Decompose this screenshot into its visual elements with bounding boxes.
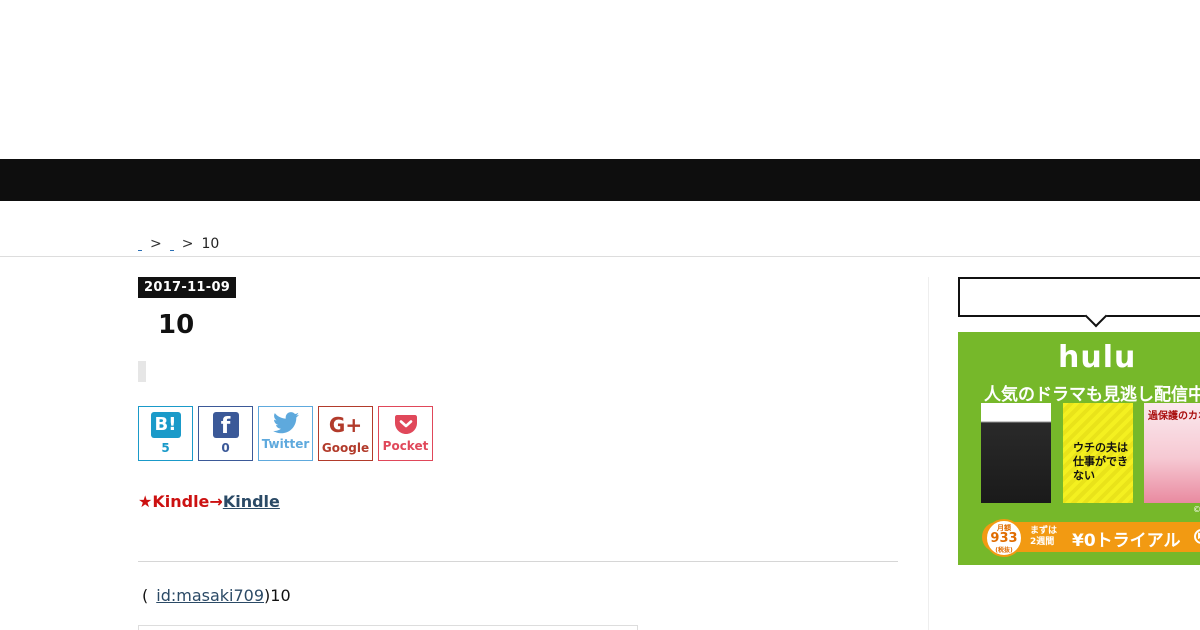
price-value: 933 [990,531,1018,546]
pocket-label: Pocket [382,439,429,453]
pocket-icon [394,415,417,434]
price-badge: 月額 933 (税抜) [985,519,1023,557]
poster-2-title: ウチの夫は 仕事ができない [1073,441,1133,483]
sidebar-heading-box [958,277,1200,317]
twitter-label: Twitter [261,437,310,451]
content-divider [138,561,898,562]
hulu-ad-banner[interactable]: hulu 人気のドラマも見逃し配信中 ウチの夫は 仕事ができない 過保護のカホコ… [958,332,1200,565]
hulu-logo: hulu [1058,340,1137,375]
drama-poster-1 [981,403,1051,503]
kindle-link[interactable]: Kindle [223,492,375,511]
hatena-bookmark-icon: B! [150,412,181,438]
poster-3-title: 過保護のカホコ [1148,411,1200,422]
author-prefix: ( [142,586,149,605]
global-nav-bar [0,159,1200,201]
breadcrumb-separator: > [150,236,162,252]
kindle-promo: ★Kindle→Kindle [138,492,375,511]
share-buttons: B! 5 f 0 Twitter G+ Google Pocket [138,406,433,461]
trial-label: ¥0トライアル [1072,531,1181,551]
trial-period-line1: まずは [1030,526,1058,536]
free-trial-button[interactable]: 月額 933 (税抜) まずは 2週間 ¥0トライアル ▶ [982,519,1200,557]
author-id-link[interactable]: id:masaki709 [156,586,264,605]
poster-2-title-line1: ウチの夫は [1073,441,1128,454]
column-divider [928,277,929,630]
pocket-save-button[interactable]: Pocket [378,406,433,461]
drama-poster-3: 過保護のカホコ [1144,403,1200,503]
entry-marker [138,361,146,382]
price-tax-note: (税抜) [995,547,1013,554]
twitter-bird-icon [272,412,299,434]
twitter-share-button[interactable]: Twitter [258,406,313,461]
entry-date[interactable]: 2017-11-09 [138,277,237,298]
trial-period-line2: 2週間 [1030,537,1055,547]
play-arrow-icon: ▶ [1194,529,1200,544]
breadcrumb-home-link[interactable] [138,247,142,251]
breadcrumb: > > 10 [138,235,219,253]
facebook-share-button[interactable]: f 0 [198,406,253,461]
content-box [138,625,638,630]
trial-period: まずは 2週間 [1030,526,1057,548]
hatena-bookmark-count: 5 [161,441,170,455]
ad-tagline: 人気のドラマも見逃し配信中 [984,385,1200,405]
facebook-share-count: 0 [221,441,230,455]
ad-copyright: © [1193,505,1200,514]
header-area [0,0,1200,159]
hatena-bookmark-button[interactable]: B! 5 [138,406,193,461]
kindle-promo-prefix: ★Kindle→ [138,492,223,511]
breadcrumb-divider [0,256,1200,257]
breadcrumb-separator: > [181,236,194,252]
author-line: ( id:masaki709)10 [142,586,291,605]
breadcrumb-category-link[interactable] [169,247,174,251]
breadcrumb-current: 10 [201,236,220,252]
poster-2-title-line2: 仕事ができない [1073,455,1128,482]
drama-poster-2: ウチの夫は 仕事ができない [1063,403,1133,503]
google-plus-share-button[interactable]: G+ Google [318,406,373,461]
google-plus-icon: G+ [328,413,363,437]
google-label: Google [321,441,370,455]
author-suffix: )10 [264,586,291,605]
entry-title[interactable]: 10 [158,310,194,340]
facebook-icon: f [212,412,239,438]
